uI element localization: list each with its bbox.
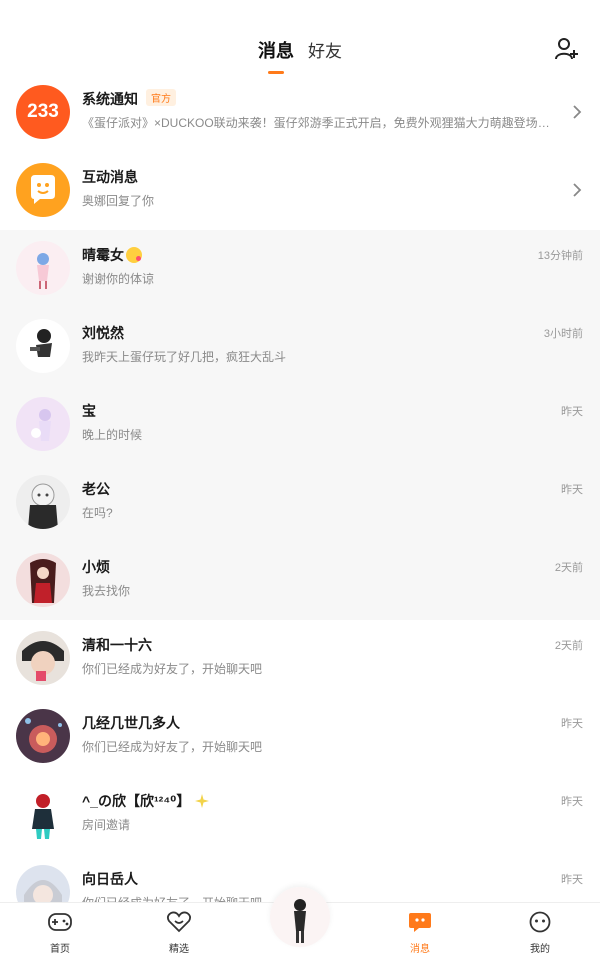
avatar xyxy=(16,787,70,841)
contact-name: 宝 xyxy=(82,403,96,419)
conversation-row[interactable]: 清和一十六 你们已经成为好友了，开始聊天吧 2天前 xyxy=(0,620,600,698)
last-message: 谢谢你的体谅 xyxy=(82,272,155,286)
gamepad-icon xyxy=(48,913,72,931)
bottom-nav: 首页 精选 消息 我的 xyxy=(0,887,600,960)
sparkle-icon xyxy=(195,794,210,808)
last-message: 你们已经成为好友了，开始聊天吧 xyxy=(82,740,263,754)
contact-name: 几经几世几多人 xyxy=(82,715,180,731)
timestamp: 昨天 xyxy=(561,796,583,808)
contact-name: 老公 xyxy=(82,481,110,497)
contact-name: 小烦 xyxy=(82,559,110,575)
system-notice-title: 系统通知 官方 xyxy=(82,89,176,109)
smiley-face-icon xyxy=(529,911,551,933)
kiss-emoji-icon xyxy=(126,247,142,263)
timestamp: 昨天 xyxy=(561,874,583,886)
heart-icon xyxy=(166,911,192,933)
avatar xyxy=(16,319,70,373)
nav-featured[interactable]: 精选 xyxy=(149,911,209,955)
conversation-row[interactable]: ^_の欣【欣¹²⁴⁰】 房间邀请 昨天 xyxy=(0,776,600,854)
timestamp: 3小时前 xyxy=(543,328,583,340)
nav-messages[interactable]: 消息 xyxy=(390,911,450,955)
avatar xyxy=(16,475,70,529)
avatar xyxy=(16,241,70,295)
avatar-figure-icon xyxy=(16,241,70,295)
last-message: 在吗? xyxy=(82,506,113,520)
contact-name: ^_の欣【欣¹²⁴⁰】 xyxy=(82,791,210,811)
nav-profile-label: 我的 xyxy=(530,944,550,955)
avatar-figure-icon xyxy=(16,475,70,529)
contact-name-text: 晴霉女 xyxy=(82,247,124,263)
add-person-icon[interactable] xyxy=(554,36,580,62)
chat-face-icon xyxy=(31,175,55,204)
center-avatar-button[interactable] xyxy=(270,887,330,947)
tab-messages[interactable]: 消息 xyxy=(258,37,294,74)
timestamp: 昨天 xyxy=(561,718,583,730)
system-notice-preview: 《蛋仔派对》×DUCKOO联动来袭！蛋仔郊游季正式开启，免费外观狸猫大力萌趣登场… xyxy=(82,116,552,130)
system-notice-row[interactable]: 233 系统通知 官方 《蛋仔派对》×DUCKOO联动来袭！蛋仔郊游季正式开启，免… xyxy=(0,74,600,152)
nav-home[interactable]: 首页 xyxy=(30,911,90,955)
timestamp: 2天前 xyxy=(554,562,583,574)
tab-bar: 消息 好友 xyxy=(0,37,600,74)
conversation-row[interactable]: 晴霉女 谢谢你的体谅 13分钟前 xyxy=(0,230,600,308)
timestamp: 13分钟前 xyxy=(537,250,583,262)
avatar xyxy=(16,709,70,763)
last-message: 我去找你 xyxy=(82,584,131,598)
interaction-avatar xyxy=(16,163,70,217)
timestamp: 2天前 xyxy=(554,640,583,652)
avatar-figure-icon xyxy=(16,709,70,763)
last-message: 房间邀请 xyxy=(82,818,131,832)
interaction-title: 互动消息 xyxy=(82,169,138,185)
avatar xyxy=(16,553,70,607)
contact-name: 清和一十六 xyxy=(82,637,152,653)
timestamp: 昨天 xyxy=(561,406,583,418)
conversation-row[interactable]: 小烦 我去找你 2天前 xyxy=(0,542,600,620)
chevron-right-icon xyxy=(573,183,582,197)
nav-home-label: 首页 xyxy=(50,944,70,955)
avatar-figure-icon xyxy=(16,553,70,607)
nav-featured-label: 精选 xyxy=(169,944,189,955)
avatar-233-logo: 233 xyxy=(27,101,59,122)
avatar xyxy=(16,631,70,685)
chat-bubble-icon xyxy=(409,913,431,932)
contact-name-text: ^_の欣【欣¹²⁴⁰】 xyxy=(82,793,191,809)
top-header: 消息 好友 xyxy=(0,0,600,80)
avatar-figure-icon xyxy=(16,787,70,841)
official-badge: 官方 xyxy=(146,89,176,106)
conversation-row[interactable]: 宝 晚上的时候 昨天 xyxy=(0,386,600,464)
chevron-right-icon xyxy=(573,105,582,119)
contact-name: 刘悦然 xyxy=(82,325,124,341)
system-notice-avatar: 233 xyxy=(16,85,70,139)
avatar-figure-icon xyxy=(16,319,70,373)
conversation-row[interactable]: 刘悦然 我昨天上蛋仔玩了好几把，疯狂大乱斗 3小时前 xyxy=(0,308,600,386)
nav-profile[interactable]: 我的 xyxy=(510,911,570,955)
contact-name: 向日岳人 xyxy=(82,871,138,887)
avatar-figure-icon xyxy=(16,397,70,451)
interaction-messages-row[interactable]: 互动消息 奥娜回复了你 xyxy=(0,152,600,230)
system-notice-name: 系统通知 xyxy=(82,91,138,107)
character-avatar-icon xyxy=(270,887,330,947)
conversation-row[interactable]: 几经几世几多人 你们已经成为好友了，开始聊天吧 昨天 xyxy=(0,698,600,776)
tab-friends[interactable]: 好友 xyxy=(308,37,342,63)
conversation-row[interactable]: 老公 在吗? 昨天 xyxy=(0,464,600,542)
avatar xyxy=(16,397,70,451)
nav-messages-label: 消息 xyxy=(410,944,430,955)
last-message: 你们已经成为好友了，开始聊天吧 xyxy=(82,662,263,676)
last-message: 晚上的时候 xyxy=(82,428,143,442)
timestamp: 昨天 xyxy=(561,484,583,496)
interaction-preview: 奥娜回复了你 xyxy=(82,194,155,208)
last-message: 我昨天上蛋仔玩了好几把，疯狂大乱斗 xyxy=(82,350,287,364)
contact-name: 晴霉女 xyxy=(82,245,142,265)
avatar-figure-icon xyxy=(16,631,70,685)
